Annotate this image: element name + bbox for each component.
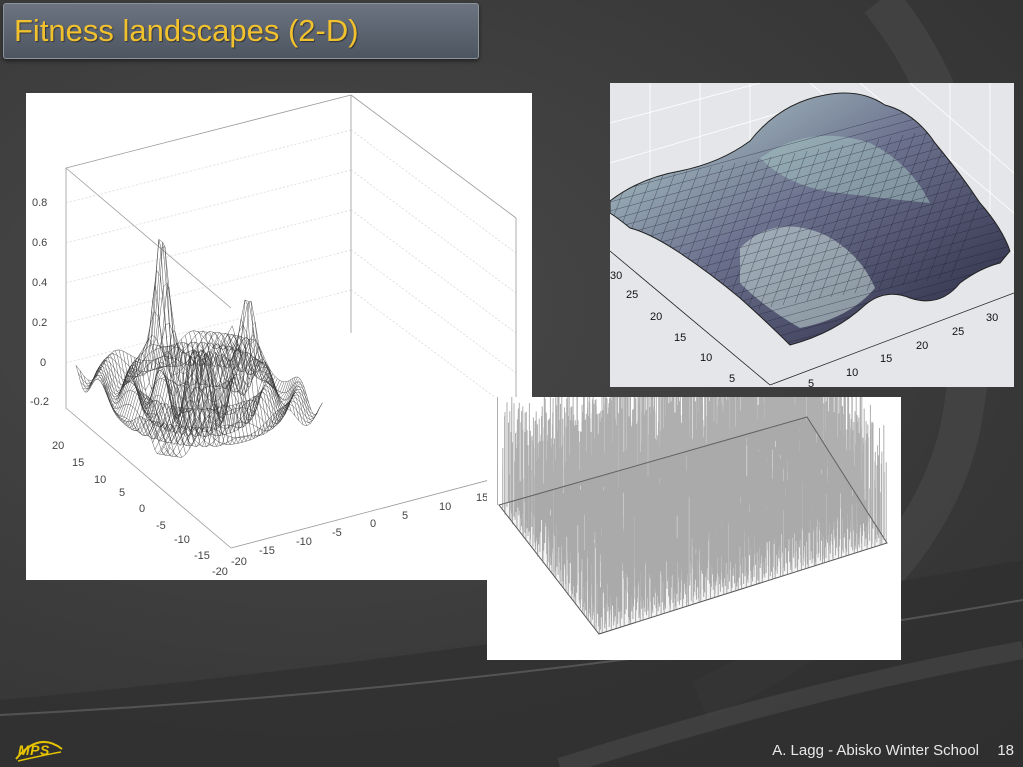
z-tick: 0	[40, 357, 46, 369]
z-axis-ticks: 0.8 0.6 0.4 0.2 0 -0.2	[30, 197, 49, 408]
mps-logo-text: MPS	[18, 742, 50, 758]
left-plot-box	[65, 94, 517, 549]
y-tick: 15	[72, 457, 84, 469]
bottom-axis-tick: 25	[952, 326, 964, 338]
y-tick: 20	[52, 440, 64, 452]
rugged-landscape-plot	[487, 397, 901, 660]
z-tick: 0.6	[32, 237, 47, 249]
right-left-axis-ticks: 30 25 20 15 10 5	[610, 270, 735, 385]
right-plot-svg: 30 25 20 15 10 5 5 10 15 20 25 30	[610, 83, 1014, 387]
z-tick: 0.2	[32, 317, 47, 329]
bottom-axis-tick: 30	[986, 312, 998, 324]
left-axis-tick: 10	[700, 352, 712, 364]
left-axis-tick: 25	[626, 289, 638, 301]
y-tick: -5	[156, 520, 166, 532]
bottom-axis-tick: 20	[916, 340, 928, 352]
left-surface-plot: 0.8 0.6 0.4 0.2 0 -0.2 20 15 10 5 0 -5 -…	[26, 93, 532, 580]
x-tick: -20	[231, 556, 247, 568]
wireframe-mesh	[75, 239, 323, 458]
x-axis-ticks: -20 -15 -10 -5 0 5 10 15	[231, 492, 488, 568]
z-tick: 0.4	[32, 277, 47, 289]
y-tick: -15	[194, 550, 210, 562]
mesh-lines	[75, 239, 323, 458]
y-tick: 5	[119, 487, 125, 499]
footer-author: A. Lagg - Abisko Winter School	[772, 742, 979, 759]
slide: Fitness landscapes (2-D) 0.8 0.6 0.4 0.2…	[0, 0, 1023, 767]
x-tick: 5	[402, 510, 408, 522]
bottom-axis-tick: 15	[880, 353, 892, 365]
left-axis-tick: 5	[729, 373, 735, 385]
left-axis-tick: 30	[610, 270, 622, 282]
x-tick: 10	[439, 501, 451, 513]
y-tick: 0	[139, 503, 145, 515]
title-box: Fitness landscapes (2-D)	[3, 3, 479, 59]
rugged-plot-svg	[497, 397, 888, 635]
x-tick: -5	[332, 527, 342, 539]
x-tick: -15	[259, 545, 275, 557]
y-tick: -10	[174, 534, 190, 546]
x-tick: -10	[296, 536, 312, 548]
y-axis-ticks: 20 15 10 5 0 -5 -10 -15 -20	[52, 440, 228, 578]
y-tick: 10	[94, 474, 106, 486]
y-tick: -20	[212, 566, 228, 578]
bottom-axis-tick: 5	[808, 378, 814, 387]
bottom-axis-tick: 10	[846, 367, 858, 379]
page-number: 18	[997, 742, 1014, 759]
right-surface-plot: 30 25 20 15 10 5 5 10 15 20 25 30	[610, 83, 1014, 387]
z-tick: -0.2	[30, 396, 49, 408]
slide-title: Fitness landscapes (2-D)	[14, 13, 359, 48]
left-axis-tick: 20	[650, 311, 662, 323]
left-axis-tick: 15	[674, 332, 686, 344]
z-tick: 0.8	[32, 197, 47, 209]
x-tick: 0	[370, 518, 376, 530]
left-plot-svg: 0.8 0.6 0.4 0.2 0 -0.2 20 15 10 5 0 -5 -…	[30, 94, 517, 578]
